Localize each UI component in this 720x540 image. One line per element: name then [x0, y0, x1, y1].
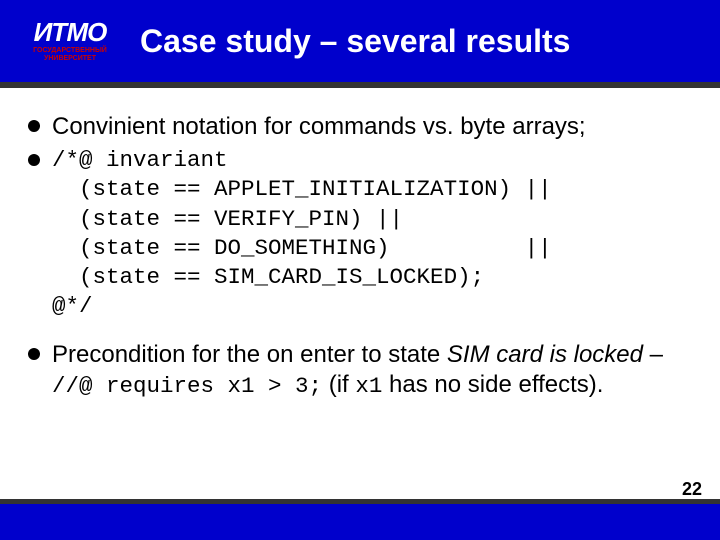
logo: ИТМО ГОСУДАРСТВЕННЫЙ УНИВЕРСИТЕТ — [10, 11, 130, 71]
b3-var: x1 — [355, 373, 382, 399]
bullet-1-text: Convinient notation for commands vs. byt… — [52, 112, 586, 142]
bullet-icon — [28, 348, 40, 360]
bullet-2-code: /*@ invariant (state == APPLET_INITIALIZ… — [52, 146, 552, 322]
bullet-item-2: /*@ invariant (state == APPLET_INITIALIZ… — [28, 146, 692, 322]
slide-header: ИТМО ГОСУДАРСТВЕННЫЙ УНИВЕРСИТЕТ Case st… — [0, 0, 720, 82]
b3-if: (if — [322, 371, 355, 398]
bullet-item-3: Precondition for the on enter to state S… — [28, 340, 692, 400]
slide-title: Case study – several results — [140, 23, 570, 60]
bullet-item-1: Convinient notation for commands vs. byt… — [28, 112, 692, 142]
b3-code: //@ requires x1 > 3; — [52, 373, 322, 399]
bullet-icon — [28, 120, 40, 132]
slide-footer — [0, 504, 720, 540]
bullet-3-text: Precondition for the on enter to state S… — [52, 340, 692, 400]
b3-dash: – — [643, 341, 663, 368]
b3-italic: SIM card is locked — [447, 341, 643, 368]
page-number: 22 — [682, 479, 702, 500]
slide-content: Convinient notation for commands vs. byt… — [0, 88, 720, 400]
logo-sub-text: ГОСУДАРСТВЕННЫЙ УНИВЕРСИТЕТ — [10, 47, 130, 62]
bullet-icon — [28, 154, 40, 166]
b3-pre: Precondition for the on enter to state — [52, 341, 447, 368]
b3-tail: has no side effects). — [382, 371, 603, 398]
logo-main-text: ИТМО — [34, 19, 107, 45]
